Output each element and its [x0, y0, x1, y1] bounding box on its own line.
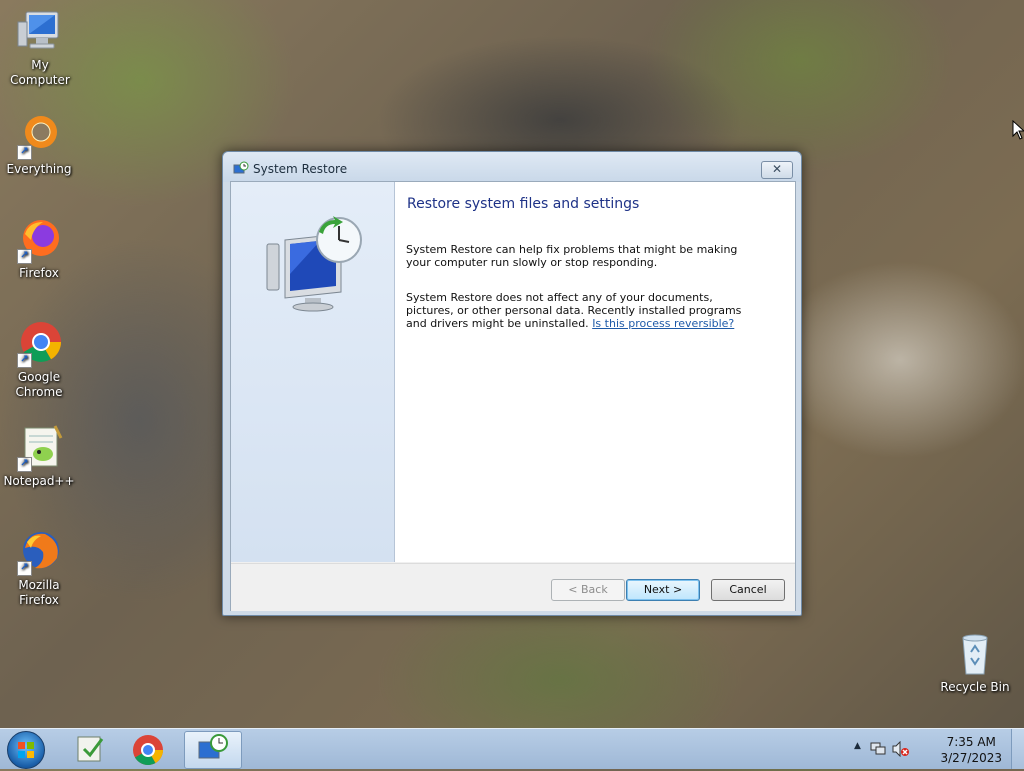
description-paragraph-1: System Restore can help fix problems tha…: [406, 243, 738, 269]
taskbar: ▲ 7:35 AM 3/27/2023: [0, 728, 1024, 769]
shortcut-arrow-icon: ↗: [17, 561, 32, 576]
windows-logo-icon: [18, 742, 34, 758]
desktop-icon-firefox[interactable]: ↗ Firefox: [0, 216, 79, 281]
notepad-plus-plus-icon: ↗: [15, 424, 63, 472]
volume-muted-icon[interactable]: [892, 740, 910, 760]
next-button[interactable]: Next >: [626, 579, 700, 601]
everything-icon: ↗: [15, 112, 63, 160]
shortcut-arrow-icon: ↗: [17, 249, 32, 264]
mouse-cursor-icon: [1012, 119, 1024, 143]
network-icon[interactable]: [870, 741, 886, 760]
firefox-icon: ↗: [15, 216, 63, 264]
recycle-bin-icon: [951, 630, 999, 678]
firefox-icon: ↗: [15, 528, 63, 576]
desktop-icon-label: Google Chrome: [15, 370, 63, 399]
shortcut-arrow-icon: ↗: [17, 145, 32, 160]
reversible-help-link[interactable]: Is this process reversible?: [592, 317, 734, 330]
desktop-icon-label: Recycle Bin: [940, 680, 1010, 694]
wizard-content-panel: Restore system files and settings System…: [395, 182, 795, 562]
start-button[interactable]: [7, 731, 45, 769]
desktop-icon-my-computer[interactable]: My Computer: [0, 8, 80, 88]
desktop-icon-label: My Computer: [10, 58, 70, 87]
clock-date: 3/27/2023: [940, 751, 1002, 765]
taskbar-pinned-app[interactable]: [62, 731, 118, 767]
chrome-icon: [133, 735, 163, 766]
taskbar-system-restore[interactable]: [184, 731, 242, 769]
desktop-icon-label: Notepad++: [3, 474, 75, 488]
system-restore-window: System Restore ✕ Restore system files an…: [222, 151, 802, 616]
desktop-icon-everything[interactable]: ↗ Everything: [0, 112, 79, 177]
desktop-icon-notepad-plus-plus[interactable]: ↗ Notepad++: [0, 424, 79, 489]
desktop-icon-label: Everything: [6, 162, 72, 176]
desktop-icon-mozilla-firefox[interactable]: ↗ Mozilla Firefox: [0, 528, 79, 608]
wizard-side-panel: [231, 182, 395, 562]
window-titlebar[interactable]: System Restore ✕: [223, 152, 801, 182]
taskbar-chrome[interactable]: [122, 731, 178, 767]
shortcut-arrow-icon: ↗: [17, 353, 32, 368]
window-client-area: Restore system files and settings System…: [230, 181, 796, 611]
cancel-button[interactable]: Cancel: [711, 579, 785, 601]
close-button[interactable]: ✕: [761, 161, 793, 179]
description-paragraph-2: System Restore does not affect any of yo…: [406, 291, 756, 330]
shortcut-arrow-icon: ↗: [17, 457, 32, 472]
clock-time: 7:35 AM: [946, 735, 996, 749]
system-restore-icon: [198, 734, 228, 759]
window-title: System Restore: [253, 162, 348, 176]
computer-icon: [16, 8, 64, 56]
system-restore-icon: [233, 161, 249, 180]
system-restore-illustration-icon: [265, 214, 365, 317]
desktop-icon-label: Firefox: [19, 266, 59, 280]
desktop-icon-google-chrome[interactable]: ↗ Google Chrome: [0, 320, 79, 400]
taskbar-app-icon: [77, 736, 104, 762]
show-desktop-button[interactable]: [1011, 729, 1024, 769]
taskbar-clock[interactable]: 7:35 AM 3/27/2023: [940, 734, 1002, 766]
desktop-icon-label: Mozilla Firefox: [18, 578, 60, 607]
page-heading: Restore system files and settings: [407, 196, 640, 212]
back-button[interactable]: < Back: [551, 579, 625, 601]
chrome-icon: ↗: [15, 320, 63, 368]
show-hidden-icons-button[interactable]: ▲: [854, 741, 861, 751]
system-tray: ▲ 7:35 AM 3/27/2023: [854, 729, 1024, 769]
desktop-icon-recycle-bin[interactable]: Recycle Bin: [935, 630, 1015, 695]
wizard-button-row: < Back Next > Cancel: [231, 563, 795, 611]
